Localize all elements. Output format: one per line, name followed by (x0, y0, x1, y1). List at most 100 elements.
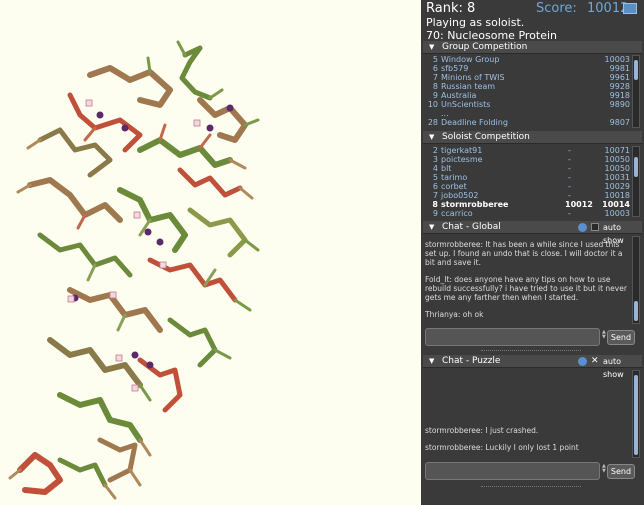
group-competition-header[interactable]: ▼ Group Competition (423, 41, 642, 54)
group-row[interactable]: 5 Window Group 10003 (425, 55, 634, 64)
group-row[interactable]: 6 sfb579 9981 (425, 64, 634, 73)
group-row[interactable]: 8 Russian team 9928 (425, 82, 634, 91)
soloist-rank: 3 (432, 155, 438, 164)
soloist-score: 10003 (604, 209, 630, 217)
clash-marker (109, 291, 117, 299)
backbone-segment (197, 97, 248, 143)
soloist-dash: - (568, 146, 571, 155)
protein-viewport[interactable] (0, 0, 421, 505)
chat-puzzle-send-button[interactable]: Send (607, 464, 635, 479)
backbone-segment (187, 207, 248, 258)
group-name: sfb579 (441, 64, 469, 73)
chat-global-spinner[interactable]: ▲ ▼ (602, 330, 606, 340)
soloist-rank: 4 (432, 164, 438, 173)
group-row[interactable]: 10 UnScientists 9890 (425, 100, 634, 109)
group-score: 9802 (610, 127, 630, 128)
group-name: Australia (441, 91, 477, 100)
atom-marker (206, 124, 214, 132)
soloist-score: 10029 (604, 182, 630, 191)
soloist-scrollbar[interactable] (632, 146, 640, 217)
group-score: 9807 (609, 118, 630, 127)
group-row[interactable]: 7 Minions of TWIS 9961 (425, 73, 634, 82)
backbone-segment (97, 437, 138, 483)
soloist-row[interactable]: 6 corbet - 10029 (425, 182, 634, 191)
mode-status: Playing as soloist. (426, 16, 525, 29)
collapse-triangle-icon[interactable]: ▼ (429, 131, 434, 144)
collapse-triangle-icon[interactable]: ▼ (429, 41, 434, 54)
group-row[interactable]: 28 Deadline Folding 9807 (425, 118, 634, 127)
soloist-row[interactable]: 5 tarimo - 10031 (425, 173, 634, 182)
info-icon[interactable] (578, 357, 587, 366)
collapse-triangle-icon[interactable]: ▼ (429, 221, 434, 234)
group-row[interactable]: 29BOINC@Ath 9802 (425, 127, 634, 128)
atom-marker (144, 228, 152, 236)
clash-marker (115, 354, 123, 362)
rank-label: Rank: 8 (426, 1, 476, 16)
soloist-row[interactable]: 4 blt - 10050 (425, 164, 634, 173)
chat-global-send-button[interactable]: Send (607, 330, 635, 345)
group-scrollbar[interactable] (632, 55, 640, 128)
clash-marker (85, 99, 93, 107)
group-score: 9928 (609, 82, 630, 91)
soloist-score: 10050 (604, 155, 630, 164)
soloist-row[interactable]: 7 jobo0502 - 10018 (425, 191, 634, 200)
group-competition-list[interactable]: 5 Window Group 10003 6 sfb579 9981 7 Minions of… (425, 55, 634, 128)
clash-marker (193, 119, 201, 127)
atom-marker (121, 124, 129, 132)
soloist-row[interactable]: 9 ccarrico - 10003 (425, 209, 634, 217)
group-name: Deadline Folding (441, 118, 508, 127)
soloist-row[interactable]: 3 poictesme - 10050 (425, 155, 634, 164)
soloist-competition-header[interactable]: ▼ Soloist Competition (423, 131, 642, 144)
soloist-rank: 8 (432, 200, 438, 209)
resize-grip[interactable] (481, 486, 581, 488)
info-icon[interactable] (578, 223, 587, 232)
clash-marker (131, 384, 139, 392)
group-name: BOINC@Ath (441, 127, 488, 128)
group-rank: 28 (427, 118, 438, 127)
atom-marker (156, 238, 164, 246)
group-name: UnScientists (441, 100, 491, 109)
backbone-segment (57, 392, 143, 443)
group-row[interactable]: 9 Australia 9918 (425, 91, 634, 100)
resize-grip[interactable] (481, 350, 581, 352)
soloist-score: 10031 (604, 173, 630, 182)
soloist-dash: - (568, 191, 571, 200)
soloist-competition-list[interactable]: 2 tigerkat91-10071 3 poictesme -10050 4 blt -10… (425, 146, 634, 217)
chat-message: Thrianya: oh ok (425, 310, 484, 319)
group-row[interactable]: ... (425, 109, 634, 118)
chat-puzzle-scrollbar[interactable] (632, 370, 640, 458)
soloist-rank: 5 (432, 173, 438, 182)
chat-puzzle-input[interactable] (425, 462, 600, 480)
chat-puzzle-title: Chat - Puzzle (442, 356, 501, 366)
chat-message: Fold_It: does anyone have any tips on ho… (425, 275, 627, 302)
group-rank: 8 (432, 82, 438, 91)
close-icon[interactable]: ✕ (591, 355, 599, 368)
atom-marker (146, 361, 154, 369)
protein-structure[interactable] (0, 0, 421, 505)
group-name: Minions of TWIS (441, 73, 505, 82)
chat-puzzle-header[interactable]: ▼ Chat - Puzzle ✕ auto show (423, 355, 642, 379)
group-score: 9918 (609, 91, 630, 100)
soloist-rank: 2 (432, 146, 438, 155)
chat-global-input[interactable] (425, 328, 600, 346)
score-label: Score: (536, 1, 577, 16)
soloist-row[interactable]: 2 tigerkat91 - 10071 (425, 146, 634, 155)
checkbox-icon[interactable] (591, 223, 599, 231)
chat-global-scrollbar[interactable] (632, 236, 640, 324)
soloist-name: tigerkat91 (441, 146, 483, 155)
clash-marker (159, 261, 167, 269)
backbone-segment (17, 452, 63, 495)
chat-global-header[interactable]: ▼ Chat - Global auto show (423, 221, 642, 245)
collapse-triangle-icon[interactable]: ▼ (429, 355, 434, 368)
soloist-name: corbet (441, 182, 467, 191)
soloist-score: 10014 (602, 200, 630, 209)
group-rank: 29 (425, 127, 438, 128)
soloist-row[interactable]: 8 stormrobberee 10012 10014 (425, 200, 634, 209)
backbone-segment (137, 357, 183, 413)
chat-message: stormrobberee: It has been a while since… (425, 240, 623, 267)
soloist-competition-title: Soloist Competition (442, 132, 530, 142)
chat-puzzle-spinner[interactable]: ▲ ▼ (602, 464, 606, 474)
score-display-icon[interactable] (623, 3, 637, 14)
clash-marker (67, 295, 75, 303)
soloist-dash: - (568, 155, 571, 164)
